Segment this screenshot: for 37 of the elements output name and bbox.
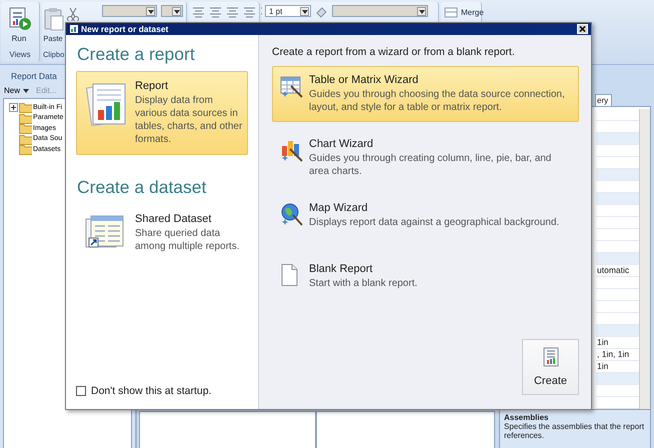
option-card[interactable]: Shared Dataset Share queried data among multiple reports.	[76, 204, 248, 268]
property-value[interactable]: 1in	[597, 337, 608, 347]
option-card[interactable]: Map Wizard Displays report data against a geographical background.	[272, 194, 579, 237]
option-description: Share queried data among multiple reports.	[135, 227, 240, 253]
option-description: Start with a blank report.	[309, 277, 418, 290]
option-card[interactable]: Report Display data from various data sources in tables, charts, and other formats.	[76, 71, 248, 155]
property-name: Assemblies	[504, 413, 550, 422]
option-title: Map Wizard	[309, 202, 369, 214]
option-title: Chart Wizard	[309, 138, 374, 150]
merge-button[interactable]: Merge	[444, 5, 484, 19]
panel-tab[interactable]: ery	[595, 94, 612, 106]
option-title: Report	[135, 80, 170, 92]
section-heading: Create a report	[77, 44, 196, 65]
option-title: Blank Report	[309, 263, 374, 275]
option-card[interactable]: Table or Matrix Wizard Guides you through choosing the data source connection, layout, and style for a table or matrix report.	[272, 66, 579, 122]
option-description: Displays report data against a geographical background.	[309, 216, 560, 229]
option-card[interactable]: Blank Report Start with a blank report.	[272, 255, 579, 298]
option-title: Table or Matrix Wizard	[309, 74, 420, 86]
property-value[interactable]: , 1in, 1in	[597, 349, 630, 359]
group-caption: Views	[8, 50, 32, 61]
window-title: New report or dataset	[81, 24, 170, 34]
dropdown-field[interactable]: 1 pt	[265, 5, 311, 17]
property-value[interactable]: utomatic	[597, 265, 630, 275]
property-description: Specifies the assemblies that the report references.	[504, 422, 646, 440]
option-card[interactable]: Chart Wizard Guides you through creating column, line, pie, bar, and area charts.	[272, 130, 579, 186]
checkbox-label: Don't show this at startup.	[91, 385, 212, 397]
option-description: Guides you through choosing the data source connection, layout, and style for a table or matrix report.	[309, 88, 566, 114]
option-description: Guides you through creating column, line, pie, bar, and area charts.	[309, 152, 552, 178]
property-value[interactable]: 1in	[597, 361, 608, 371]
run-button[interactable]: Run	[4, 5, 34, 47]
option-title: Shared Dataset	[135, 213, 212, 225]
panel-title: Report Data	[10, 70, 58, 83]
section-heading: Create a dataset	[77, 177, 208, 198]
new-button[interactable]: New	[4, 86, 30, 95]
option-description: Display data from various data sources in tables, charts, and other formats.	[135, 94, 243, 146]
create-button[interactable]: Create	[522, 339, 579, 395]
intro-text: Create a report from a wizard or from a blank report.	[272, 46, 516, 58]
